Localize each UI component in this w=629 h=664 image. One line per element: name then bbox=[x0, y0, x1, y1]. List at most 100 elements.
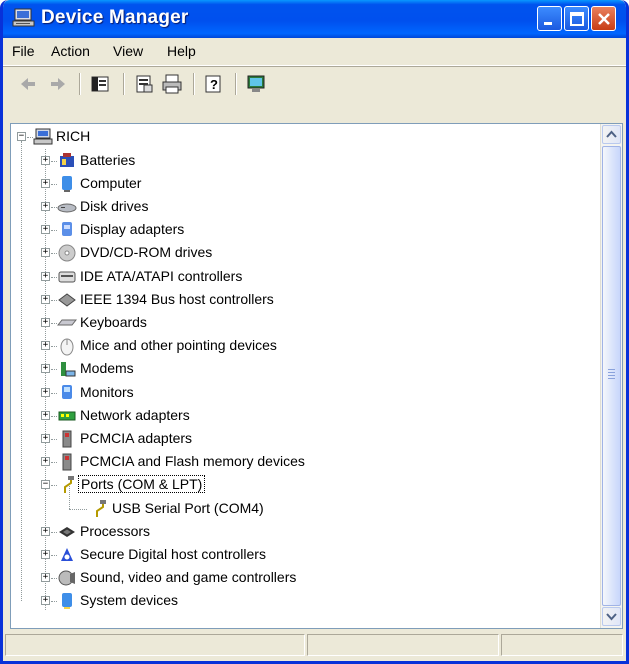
plus-icon: + bbox=[42, 456, 49, 467]
network-adapter-icon bbox=[58, 411, 76, 421]
disk-drive-icon bbox=[57, 203, 77, 213]
menu-file[interactable]: File bbox=[12, 43, 35, 59]
print-icon[interactable] bbox=[161, 73, 183, 95]
plus-icon: + bbox=[42, 270, 49, 281]
expand-toggle[interactable]: + bbox=[41, 549, 50, 559]
tree-item-label: Processors bbox=[80, 522, 151, 539]
grip-icon bbox=[608, 369, 615, 379]
device-tree: − RICH + Batteries + Computer + Disk drives + D… bbox=[11, 124, 599, 628]
maximize-button[interactable] bbox=[564, 6, 589, 31]
minimize-button[interactable] bbox=[537, 6, 562, 31]
modem-icon bbox=[61, 362, 76, 377]
scroll-down-button[interactable] bbox=[602, 607, 621, 626]
tree-item-label: IEEE 1394 Bus host controllers bbox=[80, 290, 274, 307]
ide-controller-icon bbox=[58, 271, 76, 282]
plus-icon: + bbox=[42, 200, 49, 211]
scrollbar-thumb[interactable] bbox=[602, 146, 621, 606]
collapse-toggle[interactable]: − bbox=[17, 132, 26, 141]
expand-toggle[interactable]: + bbox=[41, 154, 50, 165]
pcmcia-icon bbox=[62, 453, 72, 471]
tree-item-label: Display adapters bbox=[80, 221, 185, 238]
plus-icon: + bbox=[42, 409, 49, 420]
collapse-toggle[interactable]: − bbox=[41, 479, 50, 490]
battery-icon bbox=[60, 152, 74, 167]
expand-toggle[interactable]: + bbox=[41, 340, 50, 351]
expand-toggle[interactable]: + bbox=[41, 525, 50, 536]
properties-icon[interactable] bbox=[133, 73, 155, 95]
expand-toggle[interactable]: + bbox=[41, 293, 50, 304]
toolbar-separator bbox=[79, 73, 81, 95]
tree-item-label: Secure Digital host controllers bbox=[80, 545, 266, 562]
menu-action[interactable]: Action bbox=[51, 43, 90, 59]
window-title: Device Manager bbox=[41, 7, 189, 28]
tree-item-label: Sound, video and game controllers bbox=[80, 569, 297, 586]
dvd-drive-icon bbox=[58, 244, 76, 262]
keyboard-icon bbox=[57, 319, 77, 326]
chevron-down-icon bbox=[606, 613, 617, 621]
expand-toggle[interactable]: + bbox=[41, 270, 50, 281]
help-icon[interactable]: ? bbox=[203, 73, 225, 95]
expand-toggle[interactable]: + bbox=[41, 200, 50, 211]
expand-toggle[interactable]: + bbox=[41, 409, 50, 420]
tree-line bbox=[69, 485, 71, 509]
title-bar[interactable]: Device Manager bbox=[3, 0, 626, 38]
tree-item-label: Batteries bbox=[80, 151, 136, 168]
plus-icon: + bbox=[42, 293, 49, 304]
plus-icon: + bbox=[42, 316, 49, 327]
port-icon bbox=[96, 499, 106, 517]
tree-item-label: USB Serial Port (COM4) bbox=[112, 499, 264, 516]
scan-hardware-icon[interactable] bbox=[245, 73, 267, 95]
close-icon bbox=[598, 13, 610, 25]
tree-item-label: IDE ATA/ATAPI controllers bbox=[80, 267, 243, 284]
plus-icon: + bbox=[42, 386, 49, 397]
expand-toggle[interactable]: + bbox=[41, 456, 50, 467]
show-hide-console-tree-icon[interactable] bbox=[89, 73, 111, 95]
tree-item-label: RICH bbox=[56, 128, 91, 144]
vertical-scrollbar[interactable] bbox=[600, 124, 622, 628]
forward-arrow-icon[interactable] bbox=[47, 73, 69, 95]
menu-help[interactable]: Help bbox=[167, 43, 196, 59]
processor-icon bbox=[59, 526, 75, 537]
expand-toggle[interactable]: + bbox=[41, 364, 50, 374]
tree-item-label: System devices bbox=[80, 592, 179, 609]
expand-toggle[interactable]: + bbox=[41, 316, 50, 327]
toolbar: ? bbox=[3, 66, 626, 100]
status-pane bbox=[307, 634, 499, 656]
expand-toggle[interactable]: + bbox=[41, 595, 50, 606]
expand-toggle[interactable]: + bbox=[41, 433, 50, 443]
plus-icon: + bbox=[42, 177, 49, 188]
tree-item-label: Computer bbox=[80, 174, 142, 191]
expand-toggle[interactable]: + bbox=[41, 386, 50, 397]
maximize-icon bbox=[570, 12, 584, 26]
port-icon bbox=[64, 476, 74, 494]
ieee1394-icon bbox=[58, 293, 76, 307]
computer-icon bbox=[33, 128, 53, 145]
plus-icon: + bbox=[42, 525, 49, 536]
expand-toggle[interactable]: + bbox=[41, 573, 50, 583]
toolbar-separator bbox=[123, 73, 125, 95]
close-button[interactable] bbox=[591, 6, 616, 31]
plus-icon: + bbox=[42, 154, 49, 165]
tree-line bbox=[45, 149, 47, 610]
scroll-up-button[interactable] bbox=[602, 125, 621, 144]
plus-icon: + bbox=[42, 224, 49, 235]
expand-toggle[interactable]: + bbox=[41, 247, 50, 258]
status-bar bbox=[3, 630, 626, 661]
tree-item-label: Monitors bbox=[80, 383, 134, 400]
expand-toggle[interactable]: + bbox=[41, 224, 50, 235]
plus-icon: + bbox=[42, 340, 49, 351]
tree-item-label: DVD/CD-ROM drives bbox=[80, 244, 213, 261]
minus-icon: − bbox=[42, 479, 49, 490]
mouse-icon bbox=[60, 338, 74, 356]
status-pane bbox=[5, 634, 305, 656]
plus-icon: + bbox=[42, 247, 49, 258]
system-device-icon bbox=[62, 593, 72, 610]
plus-icon: + bbox=[42, 595, 49, 606]
tree-item-label: Network adapters bbox=[80, 406, 190, 423]
device-manager-window: Device Manager File Action View Help ? −… bbox=[0, 0, 629, 664]
menu-view[interactable]: View bbox=[113, 43, 143, 59]
minimize-icon bbox=[544, 22, 552, 25]
expand-toggle[interactable]: + bbox=[41, 177, 50, 188]
device-tree-panel: − RICH + Batteries + Computer + Disk drives + D… bbox=[10, 123, 623, 629]
back-arrow-icon[interactable] bbox=[17, 73, 39, 95]
